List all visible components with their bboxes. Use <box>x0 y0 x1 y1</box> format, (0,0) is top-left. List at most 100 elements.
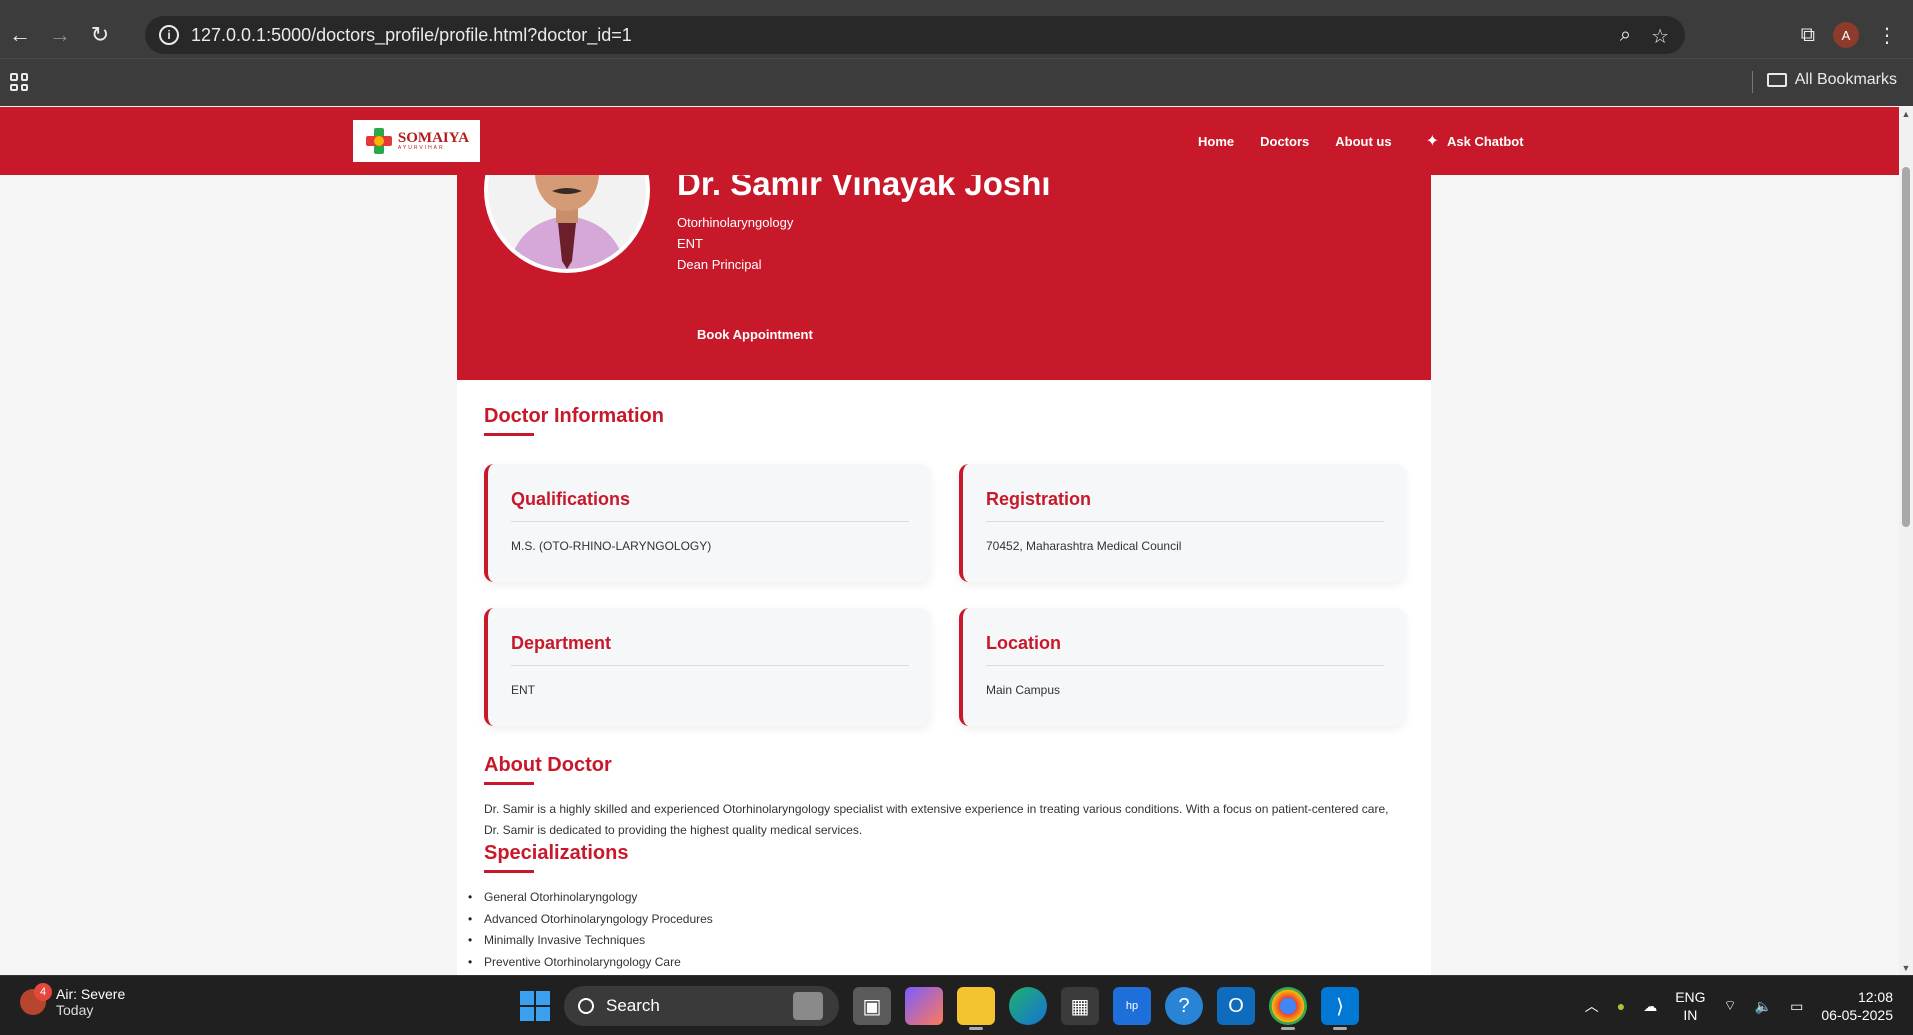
profile-avatar[interactable]: A <box>1833 22 1859 48</box>
book-appointment-button[interactable]: Book Appointment <box>677 317 833 352</box>
vscode-icon[interactable]: ⟩ <box>1321 987 1359 1030</box>
zoom-icon[interactable]: ⌕ <box>1620 24 1631 49</box>
specializations-heading: Specializations <box>484 842 629 864</box>
card-value: M.S. (OTO-RHINO-LARYNGOLOGY) <box>511 539 712 553</box>
site-navbar: SOMAIYA AYURVIHAR Home Doctors About us … <box>0 107 1899 175</box>
clock-time: 12:08 <box>1857 989 1893 1005</box>
page-viewport: Dr. Samir Vinayak Joshi Otorhinolaryngol… <box>0 107 1899 975</box>
lang-line-1: ENG <box>1675 989 1706 1005</box>
extensions-icon[interactable]: ⧉ <box>1801 24 1815 47</box>
doctor-specialty: Otorhinolaryngology <box>677 215 794 230</box>
doctor-designation: Dean Principal <box>677 257 762 272</box>
scroll-down-icon[interactable]: ▼ <box>1901 963 1911 973</box>
card-divider <box>511 521 909 522</box>
menu-kebab-icon[interactable]: ⋮ <box>1877 23 1897 48</box>
tray-app-icon[interactable]: ● <box>1617 998 1625 1014</box>
card-value: Main Campus <box>986 683 1061 697</box>
bookmarks-bar: All Bookmarks <box>0 58 1913 106</box>
task-view-icon[interactable]: ▣ <box>853 987 891 1025</box>
page-scrollbar[interactable]: ▲ ▼ <box>1899 107 1913 975</box>
clock-date: 06-05-2025 <box>1821 1007 1893 1023</box>
clock[interactable]: 12:08 06-05-2025 <box>1821 988 1893 1024</box>
list-item: Minimally Invasive Techniques <box>468 930 713 952</box>
about-text: Dr. Samir is a highly skilled and experi… <box>484 802 1389 837</box>
card-title: Department <box>511 633 612 653</box>
card-title: Qualifications <box>511 489 631 509</box>
address-bar[interactable]: i 127.0.0.1:5000/doctors_profile/profile… <box>145 16 1685 54</box>
scrollbar-thumb[interactable] <box>1902 167 1910 527</box>
nav-links: Home Doctors About us ✦ Ask Chatbot <box>1198 107 1524 175</box>
air-quality-icon: 4 <box>20 983 52 1015</box>
myhp-icon[interactable]: hp <box>1113 987 1151 1025</box>
browser-tabstrip <box>0 0 1913 12</box>
sparkle-icon: ✦ <box>1425 133 1439 150</box>
wifi-icon[interactable]: ⌔ <box>1724 997 1737 1015</box>
search-label: Search <box>606 996 660 1015</box>
language-indicator[interactable]: ENG IN <box>1675 988 1705 1024</box>
weather-sub: Today <box>56 1002 94 1018</box>
reload-icon[interactable]: ↻ <box>80 15 120 55</box>
about-heading: About Doctor <box>484 754 612 776</box>
system-tray: ︿ ● ☁ ENG IN ⌔ 🔈 ▭ 12:08 06-05-2025 <box>1585 976 1893 1035</box>
chatbot-label: Ask Chatbot <box>1446 133 1524 149</box>
site-logo[interactable]: SOMAIYA AYURVIHAR <box>353 120 480 162</box>
start-windows-icon[interactable] <box>520 991 550 1021</box>
show-hidden-icons-chevron-icon[interactable]: ︿ <box>1585 996 1599 1016</box>
back-icon[interactable]: ← <box>0 15 40 55</box>
logo-subtext: AYURVIHAR <box>397 145 445 151</box>
weather-widget[interactable]: 4 Air: Severe Today <box>20 983 126 1018</box>
all-bookmarks-button[interactable]: All Bookmarks <box>1766 71 1897 89</box>
taskbar-search[interactable]: Search <box>564 986 839 1026</box>
registration-card: Registration 70452, Maharashtra Medical … <box>959 464 1405 582</box>
apps-grid-icon[interactable] <box>10 73 28 91</box>
card-divider <box>986 665 1384 666</box>
edge-icon[interactable] <box>1009 987 1047 1025</box>
battery-icon[interactable]: ▭ <box>1790 998 1803 1015</box>
card-value: ENT <box>511 683 535 697</box>
nav-doctors[interactable]: Doctors <box>1260 134 1309 149</box>
nav-home[interactable]: Home <box>1198 134 1234 149</box>
location-card: Location Main Campus <box>959 608 1405 726</box>
volume-icon[interactable]: 🔈 <box>1755 998 1772 1015</box>
folder-icon <box>1766 73 1787 87</box>
heading-underline <box>484 870 534 873</box>
weather-title: Air: Severe <box>56 986 126 1002</box>
scroll-up-icon[interactable]: ▲ <box>1901 109 1911 119</box>
department-card: Department ENT <box>484 608 930 726</box>
outlook-icon[interactable]: O <box>1217 987 1255 1025</box>
forward-icon[interactable]: → <box>40 15 80 55</box>
card-divider <box>511 665 909 666</box>
copilot-icon[interactable] <box>905 987 943 1025</box>
list-item: General Otorhinolaryngology <box>468 887 713 909</box>
windows-taskbar: 4 Air: Severe Today Search ▣ ▦ hp ? O ⟩ … <box>0 975 1913 1035</box>
profile-container: Dr. Samir Vinayak Joshi Otorhinolaryngol… <box>457 107 1431 975</box>
search-highlight-image <box>793 992 823 1020</box>
weather-badge: 4 <box>34 983 52 1001</box>
bookmark-star-icon[interactable]: ☆ <box>1651 24 1669 49</box>
help-icon[interactable]: ? <box>1165 987 1203 1025</box>
card-value: 70452, Maharashtra Medical Council <box>986 539 1182 553</box>
bookmarks-divider <box>1752 71 1753 93</box>
url-text[interactable]: 127.0.0.1:5000/doctors_profile/profile.h… <box>191 25 632 46</box>
chrome-icon[interactable] <box>1269 987 1307 1030</box>
doctor-info-heading: Doctor Information <box>484 405 664 427</box>
lang-line-2: IN <box>1683 1007 1698 1023</box>
specializations-list: General Otorhinolaryngology Advanced Oto… <box>468 887 713 973</box>
card-divider <box>986 521 1384 522</box>
nav-ask-chatbot[interactable]: ✦ Ask Chatbot <box>1426 131 1524 151</box>
onedrive-icon[interactable]: ☁ <box>1643 998 1657 1015</box>
store-icon[interactable]: ▦ <box>1061 987 1099 1025</box>
card-title: Location <box>986 633 1061 653</box>
list-item: Advanced Otorhinolaryngology Procedures <box>468 909 713 931</box>
doctor-department: ENT <box>677 236 703 251</box>
search-icon <box>578 998 594 1014</box>
site-info-icon[interactable]: i <box>159 25 179 45</box>
qualifications-card: Qualifications M.S. (OTO-RHINO-LARYNGOLO… <box>484 464 930 582</box>
file-explorer-icon[interactable] <box>957 987 995 1030</box>
all-bookmarks-label: All Bookmarks <box>1794 71 1897 88</box>
browser-toolbar: ← → ↻ i 127.0.0.1:5000/doctors_profile/p… <box>0 12 1913 58</box>
cross-logo-icon <box>364 126 394 156</box>
logo-text: SOMAIYA <box>397 130 470 146</box>
nav-about[interactable]: About us <box>1335 134 1391 149</box>
heading-underline <box>484 433 534 436</box>
